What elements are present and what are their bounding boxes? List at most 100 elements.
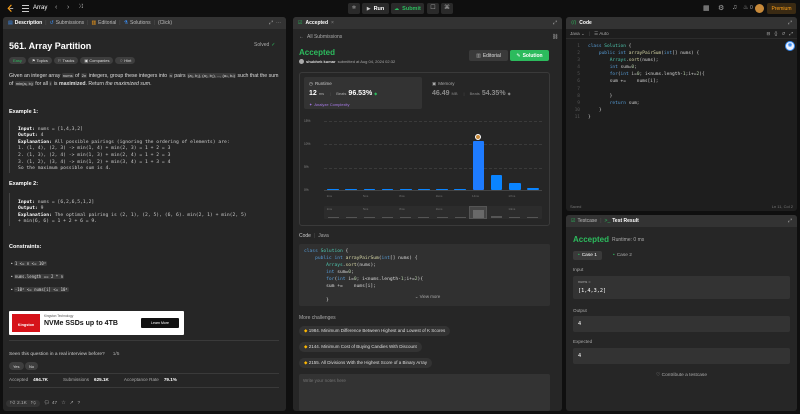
interview-no-button[interactable]: No — [25, 362, 39, 370]
link-icon[interactable]: ⛓ — [552, 34, 558, 40]
maximize-icon[interactable]: ⤢ — [788, 20, 792, 26]
reset-icon[interactable]: ↺ — [781, 31, 785, 37]
solutions-tab[interactable]: ⚗ Solutions — [124, 20, 151, 26]
author-name[interactable]: shubhek kumar — [306, 59, 336, 64]
comments-button[interactable]: 💬︎ 47 — [44, 401, 57, 406]
memory-card[interactable]: ▣ Memory 46.49 MB | Beats 54.35% ◆ — [427, 77, 545, 109]
assistant-bubble[interactable]: ✺ — [785, 41, 795, 51]
like-button[interactable]: 👍︎ 2.1K 👎︎ — [6, 400, 40, 407]
streak-fire-icon[interactable]: ♨ — [743, 4, 748, 11]
click-tab[interactable]: (Click) — [158, 20, 172, 26]
code-line[interactable]: 9 return sum; — [568, 101, 783, 108]
chart-bar[interactable] — [345, 188, 358, 190]
notes-button[interactable]: ☐ — [427, 3, 439, 14]
case-2-tab[interactable]: • Case 2 — [608, 251, 637, 260]
challenge-item-2155[interactable]: ◆ 2155. All Divisions With the Highest S… — [299, 358, 433, 368]
chart-bar[interactable] — [363, 188, 376, 190]
more-icon[interactable]: ⋯ — [276, 20, 281, 26]
difficulty-dot-icon: ◆ — [304, 328, 308, 333]
auto-toggle[interactable]: ☰ Auto — [594, 31, 609, 37]
share-icon[interactable]: ↗ — [70, 401, 74, 406]
hint-tag[interactable]: ♢ Hint — [115, 57, 136, 64]
chart-bar[interactable] — [399, 188, 412, 190]
maximize-icon[interactable]: ⤢ — [788, 218, 792, 224]
expand-icon[interactable]: ⤢ — [789, 31, 793, 36]
description-tab[interactable]: ▤ Description — [8, 20, 42, 26]
code-line[interactable]: 7 — [568, 87, 783, 94]
overview-bar — [509, 216, 521, 218]
star-icon[interactable]: ☆ — [61, 401, 65, 406]
tracks-tag[interactable]: ⚐ Tracks — [53, 57, 79, 64]
debug-button[interactable]: ✲ — [348, 3, 360, 14]
language-select[interactable]: Java ⌄ — [570, 31, 585, 37]
layout-icon[interactable]: ▦ — [703, 4, 710, 12]
chart-overview-strip[interactable]: 2ms 5ms 8ms 11ms 14ms — [324, 206, 542, 219]
chart-bar[interactable] — [508, 183, 521, 190]
shuffle-icon[interactable]: ⤨ — [78, 4, 83, 11]
test-status: Accepted — [573, 235, 610, 244]
code-line[interactable]: 8 } — [568, 94, 783, 101]
chart-bar[interactable] — [454, 188, 467, 190]
editor-code-area[interactable]: 1 class Solution {2 public int arrayPairS… — [568, 44, 783, 194]
bookmark-icon[interactable]: ⊟ — [767, 31, 771, 37]
submit-button[interactable]: ☁ Submit — [391, 3, 424, 14]
maximize-icon[interactable]: ⤢ — [553, 20, 557, 26]
view-more-button[interactable]: ⌄ View more — [293, 294, 562, 300]
test-tabs: ☑ Testcase | >_ Test Result ⤢ — [566, 215, 797, 227]
challenge-item-1984[interactable]: ◆ 1984. Minimum Difference Between Highe… — [299, 326, 451, 336]
leetcode-logo[interactable] — [6, 4, 15, 13]
case-1-tab[interactable]: • Case 1 — [573, 251, 602, 260]
chart-bar[interactable] — [327, 188, 339, 190]
run-button[interactable]: ▶ Run — [362, 3, 389, 14]
ad-banner[interactable]: Kingston Kingston Technology NVMe SSDs u… — [9, 311, 184, 335]
premium-button[interactable]: Premium — [767, 3, 796, 14]
help-icon[interactable]: ? — [78, 401, 81, 406]
maximize-icon[interactable]: ⤢ — [269, 20, 273, 26]
contribute-testcase-link[interactable]: ♡ Contribute a testcase — [566, 373, 797, 378]
code-line[interactable]: 10 } — [568, 108, 783, 115]
user-avatar[interactable] — [755, 4, 764, 13]
notes-textarea[interactable] — [299, 374, 550, 411]
code-line[interactable]: 11} — [568, 115, 783, 122]
all-submissions-link[interactable]: ← All Submissions — [299, 34, 342, 40]
description-tabs: ▤ Description | ↺ Submissions | ▥ Editorial… — [3, 17, 286, 29]
ad-learn-more-button[interactable]: Learn More — [141, 318, 179, 328]
prev-problem-icon[interactable]: ‹ — [55, 4, 57, 11]
runtime-card[interactable]: ◷ Runtime 12 ms | Beats 96.53% ◆ ✦ Analyze… — [304, 77, 422, 109]
chart-bar[interactable] — [418, 188, 430, 190]
solution-button[interactable]: ✎ Solution — [510, 50, 549, 61]
chart-bar[interactable] — [381, 188, 394, 190]
analyze-complexity-link[interactable]: ✦ Analyze Complexity — [309, 102, 349, 107]
chart-bar[interactable] — [436, 188, 448, 190]
code-editor-panel: ⟨/⟩ Code ⤢ Java ⌄ | ☰ Auto ⊟ {} ↺ ⤢ ✺ 1c… — [566, 17, 797, 211]
accepted-tab[interactable]: Accepted — [305, 20, 328, 26]
companies-tag[interactable]: ▣ Companies — [80, 57, 114, 64]
overview-selection-handle[interactable] — [469, 206, 488, 219]
close-tab-icon[interactable]: × — [331, 20, 334, 26]
saved-status: Saved — [570, 203, 582, 209]
format-icon[interactable]: {} — [774, 31, 777, 36]
chart-bar[interactable] — [472, 141, 485, 190]
description-footer: 👍︎ 2.1K 👎︎ 💬︎ 47 ☆ ↗ ? — [6, 398, 283, 409]
editorial-tab[interactable]: ▥ Editorial — [91, 20, 116, 26]
challenge-item-2144[interactable]: ◆ 2144. Minimum Cost of Buying Candies W… — [299, 342, 422, 352]
my-submission-avatar — [475, 134, 482, 140]
problem-list-label[interactable]: Array — [33, 5, 47, 11]
notification-bell-icon[interactable]: ♫ — [732, 4, 737, 11]
interview-yes-button[interactable]: Yes — [9, 362, 24, 370]
topics-tag[interactable]: ⚑ Topics — [27, 57, 52, 64]
testcase-tab[interactable]: ☑ Testcase — [571, 218, 597, 224]
overview-bar — [345, 217, 357, 218]
problem-list-icon[interactable] — [22, 5, 29, 12]
submissions-tab[interactable]: ↺ Submissions — [50, 20, 85, 26]
chart-bar[interactable] — [490, 175, 503, 190]
next-problem-icon[interactable]: › — [67, 4, 69, 11]
settings-icon[interactable]: ⚙ — [718, 4, 724, 12]
flask-icon: ⚗ — [123, 20, 129, 26]
difficulty-badge[interactable]: Easy — [9, 57, 26, 64]
editorial-button[interactable]: ▥ Editorial — [469, 50, 508, 61]
test-result-tab[interactable]: >_ Test Result — [605, 218, 639, 224]
chart-bar[interactable] — [527, 187, 539, 190]
code-line[interactable]: 6 sum += nums[i]; — [568, 79, 783, 86]
chat-button[interactable]: ⌘ — [441, 3, 453, 14]
